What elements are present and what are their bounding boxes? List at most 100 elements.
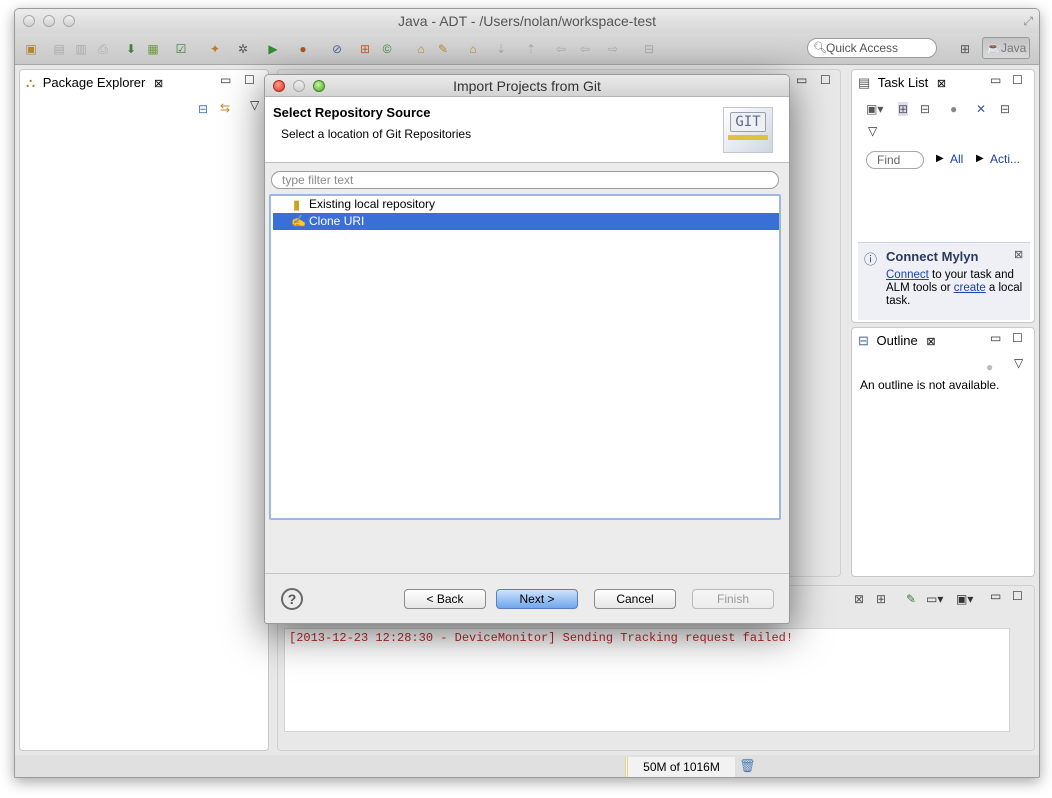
new-java-package-icon[interactable]: ⊞ bbox=[357, 41, 373, 57]
connect-link[interactable]: Connect bbox=[886, 269, 929, 281]
back-button[interactable]: < Back bbox=[404, 589, 486, 609]
save-all-icon[interactable]: ▥ bbox=[73, 41, 89, 57]
task-find-input[interactable]: Find bbox=[866, 151, 924, 169]
forward-icon[interactable]: ⇨ bbox=[605, 41, 621, 57]
package-icon: ⛬ bbox=[26, 75, 36, 90]
minimize-icon[interactable]: ▭ bbox=[220, 73, 231, 87]
collapse-all-icon[interactable]: ⊟ bbox=[198, 102, 208, 116]
database-icon: ▮ bbox=[293, 197, 301, 212]
hide-completed-icon[interactable]: ✕ bbox=[976, 102, 986, 116]
task-filter-all[interactable]: All bbox=[950, 152, 963, 166]
print-icon[interactable]: ⎙ bbox=[95, 41, 111, 57]
console-output[interactable]: [2013-12-23 12:28:30 - DeviceMonitor] Se… bbox=[284, 628, 1010, 732]
new-task-icon[interactable]: ▣▾ bbox=[866, 102, 883, 116]
java-perspective-button[interactable]: ☕ Java bbox=[982, 37, 1030, 59]
view-menu-icon[interactable]: ▽ bbox=[250, 98, 259, 112]
git-logo-plug bbox=[728, 135, 768, 140]
focus-icon[interactable]: ● bbox=[986, 360, 993, 374]
heap-status: 50M of 1016M bbox=[625, 757, 735, 777]
dialog-minimize-button[interactable] bbox=[293, 80, 305, 92]
task-list-label: Task List bbox=[877, 75, 929, 90]
next-annotation-icon[interactable]: ⇣ bbox=[493, 41, 509, 57]
categorized-icon[interactable]: ⊞ bbox=[898, 102, 909, 116]
external-tools-icon[interactable]: ● bbox=[295, 41, 311, 57]
cancel-button[interactable]: Cancel bbox=[594, 589, 676, 609]
dialog-separator bbox=[265, 573, 789, 574]
dialog-close-button[interactable] bbox=[273, 80, 285, 92]
quick-access-field[interactable]: 🔍︎ Quick Access bbox=[807, 38, 937, 58]
view-menu-icon[interactable]: ▽ bbox=[868, 124, 877, 138]
collapse-tasks-icon[interactable]: ⊟ bbox=[1000, 102, 1010, 116]
new-icon[interactable]: ▣ bbox=[23, 41, 39, 57]
create-link[interactable]: create bbox=[954, 282, 986, 294]
open-type-icon[interactable]: ⌂ bbox=[413, 41, 429, 57]
maximize-icon[interactable]: ☐ bbox=[244, 73, 255, 87]
back-history-icon[interactable]: ⇦ bbox=[577, 41, 593, 57]
close-window-button[interactable] bbox=[23, 15, 35, 27]
avd-manager-icon[interactable]: ▦ bbox=[145, 41, 161, 57]
console-maximize-icon[interactable]: ☐ bbox=[1012, 589, 1023, 603]
new-class-icon[interactable]: © bbox=[379, 41, 395, 57]
editor-maximize-icon[interactable]: ☐ bbox=[820, 73, 831, 87]
task-filter-activate[interactable]: Acti... bbox=[990, 152, 1020, 166]
skip-breakpoints-icon[interactable]: ⊘ bbox=[329, 41, 345, 57]
main-toolbar: ▣ ▤ ▥ ⎙ ⬇ ▦ ☑ ✦ ✲ ▶ ● ⊘ ⊞ © ⌂ ✎ ⌂ ⇣ ⇡ ⇦ … bbox=[15, 33, 1039, 65]
focus-icon[interactable]: ● bbox=[950, 102, 957, 116]
save-icon[interactable]: ▤ bbox=[51, 41, 67, 57]
console-clear-icon[interactable]: ⊠ bbox=[854, 592, 864, 606]
open-task-icon[interactable]: ⌂ bbox=[465, 41, 481, 57]
view-menu-icon[interactable]: ▽ bbox=[1014, 356, 1023, 370]
open-perspective-icon[interactable]: ⊞ bbox=[957, 41, 973, 57]
maximize-icon[interactable]: ☐ bbox=[1012, 331, 1023, 345]
dialog-header: Select Repository Source Select a locati… bbox=[265, 97, 789, 163]
back-icon[interactable]: ⇦ bbox=[553, 41, 569, 57]
link-with-editor-icon[interactable]: ⇆ bbox=[220, 101, 230, 115]
close-tab-icon[interactable]: ⊠ bbox=[926, 336, 935, 348]
pin-console-icon[interactable]: ✎ bbox=[906, 592, 916, 606]
sdk-manager-icon[interactable]: ⬇ bbox=[123, 41, 139, 57]
search-icon: 🔍︎ bbox=[813, 42, 827, 54]
editor-minimize-icon[interactable]: ▭ bbox=[796, 73, 807, 87]
trash-icon[interactable]: 🗑︎ bbox=[739, 758, 756, 774]
tab-task-list[interactable]: ▤ Task List ⊠ bbox=[858, 71, 954, 95]
new-android-project-icon[interactable]: ✦ bbox=[207, 41, 223, 57]
tab-package-explorer[interactable]: ⛬ Package Explorer ⊠ bbox=[26, 71, 172, 95]
prev-annotation-icon[interactable]: ⇡ bbox=[523, 41, 539, 57]
repository-source-tree[interactable]: ▮ Existing local repository ✍ Clone URI bbox=[269, 194, 781, 520]
filter-input[interactable]: type filter text bbox=[271, 171, 779, 189]
tree-item-clone-uri[interactable]: ✍ Clone URI bbox=[273, 213, 779, 230]
open-console-icon[interactable]: ▣▾ bbox=[956, 592, 973, 606]
dialog-zoom-button[interactable] bbox=[313, 80, 325, 92]
scheduled-icon[interactable]: ⊟ bbox=[920, 102, 930, 116]
perspective-label: Java bbox=[1001, 41, 1027, 55]
console-minimize-icon[interactable]: ▭ bbox=[990, 589, 1001, 603]
lint-icon[interactable]: ☑ bbox=[173, 41, 189, 57]
scroll-lock-icon[interactable]: ⊞ bbox=[876, 592, 886, 606]
next-button[interactable]: Next > bbox=[496, 589, 578, 609]
minimize-icon[interactable]: ▭ bbox=[990, 331, 1001, 345]
outline-icon: ⊟ bbox=[858, 333, 869, 348]
pin-editor-icon[interactable]: ⊟ bbox=[641, 41, 657, 57]
minimize-window-button[interactable] bbox=[43, 15, 55, 27]
help-button[interactable]: ? bbox=[281, 588, 303, 610]
close-tab-icon[interactable]: ⊠ bbox=[937, 78, 946, 90]
finish-button[interactable]: Finish bbox=[692, 589, 774, 609]
outline-panel: ⊟ Outline ⊠ ▭ ☐ ● ▽ An outline is not av… bbox=[851, 327, 1035, 577]
fullscreen-icon[interactable]: ⤢ bbox=[1023, 9, 1033, 33]
tree-item-existing-local[interactable]: ▮ Existing local repository bbox=[273, 196, 779, 213]
display-console-icon[interactable]: ▭▾ bbox=[926, 592, 943, 606]
window-titlebar: Java - ADT - /Users/nolan/workspace-test… bbox=[15, 9, 1039, 33]
git-logo: GIT bbox=[723, 107, 773, 153]
task-list-icon: ▤ bbox=[858, 75, 871, 90]
debug-icon[interactable]: ✲ bbox=[235, 41, 251, 57]
run-icon[interactable]: ▶ bbox=[265, 41, 281, 57]
tab-outline[interactable]: ⊟ Outline ⊠ bbox=[858, 329, 950, 353]
zoom-window-button[interactable] bbox=[63, 15, 75, 27]
maximize-icon[interactable]: ☐ bbox=[1012, 73, 1023, 87]
close-tab-icon[interactable]: ⊠ bbox=[154, 78, 163, 90]
search-icon[interactable]: ✎ bbox=[435, 41, 451, 57]
dialog-header-subtitle: Select a location of Git Repositories bbox=[281, 127, 472, 141]
minimize-icon[interactable]: ▭ bbox=[990, 73, 1001, 87]
outline-empty-message: An outline is not available. bbox=[860, 378, 1000, 392]
close-mylyn-icon[interactable]: ⊠ bbox=[1014, 248, 1023, 261]
